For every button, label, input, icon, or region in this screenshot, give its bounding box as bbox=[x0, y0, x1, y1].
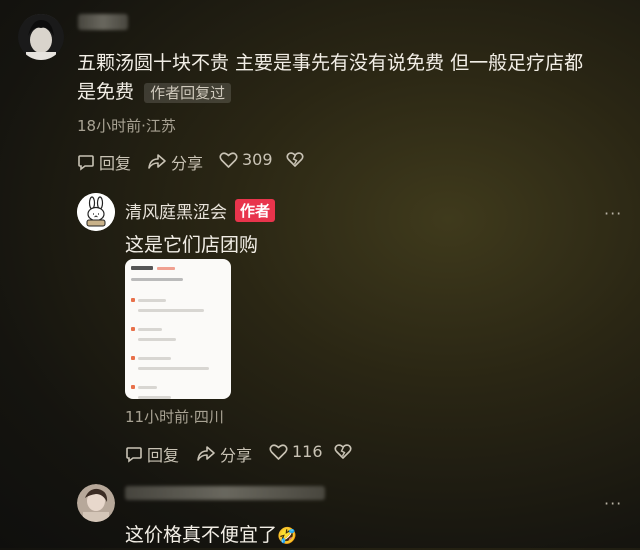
like-button[interactable]: 309 bbox=[219, 150, 273, 169]
reply-label: 回复 bbox=[99, 154, 132, 173]
reply-text: 这是它们店团购 bbox=[125, 234, 259, 256]
dislike-icon bbox=[334, 443, 352, 460]
reply-icon bbox=[125, 445, 143, 463]
reply-2-text-content: 这价格真不便宜了 bbox=[125, 524, 278, 546]
author-header: 清风庭黑涩会 作者 bbox=[125, 198, 276, 223]
author-badge: 作者 bbox=[235, 199, 276, 222]
share-icon bbox=[196, 445, 216, 463]
reply-label: 回复 bbox=[147, 446, 180, 465]
author-name[interactable]: 清风庭黑涩会 bbox=[125, 198, 227, 223]
menu-screenshot-content bbox=[125, 259, 231, 399]
share-icon bbox=[147, 153, 167, 171]
attached-image[interactable] bbox=[125, 259, 231, 399]
dislike-icon bbox=[286, 151, 304, 168]
more-options-button-2[interactable]: ··· bbox=[604, 494, 622, 513]
comment-text-line1: 五颗汤圆十块不贵 主要是事先有没有说免费 但一般足疗店都 bbox=[77, 52, 584, 74]
like-button-2[interactable]: 116 bbox=[269, 442, 323, 461]
like-count: 309 bbox=[242, 150, 273, 169]
bunny-avatar-icon bbox=[77, 193, 115, 231]
author-replied-badge: 作者回复过 bbox=[144, 83, 232, 103]
comment-meta: 18小时前·江苏 bbox=[77, 117, 176, 135]
comment-text-line2: 是免费 bbox=[77, 81, 135, 103]
reply-icon bbox=[77, 153, 95, 171]
commenter-avatar[interactable] bbox=[18, 14, 64, 60]
heart-icon bbox=[269, 443, 288, 461]
reply-meta: 11小时前·四川 bbox=[125, 408, 224, 426]
avatar-photo-icon bbox=[77, 484, 115, 522]
avatar-photo-icon bbox=[18, 14, 64, 60]
comment-text: 五颗汤圆十块不贵 主要是事先有没有说免费 但一般足疗店都 是免费 作者回复过 bbox=[77, 49, 622, 108]
author-avatar[interactable] bbox=[77, 193, 115, 231]
share-label: 分享 bbox=[220, 446, 253, 465]
share-label: 分享 bbox=[171, 154, 204, 173]
rolling-laugh-emoji: 🤣 bbox=[277, 526, 297, 545]
more-options-button[interactable]: ··· bbox=[604, 204, 622, 223]
share-button-2[interactable]: 分享 bbox=[196, 442, 252, 466]
reply-button[interactable]: 回复 bbox=[77, 150, 131, 174]
share-button[interactable]: 分享 bbox=[147, 150, 203, 174]
dislike-button[interactable] bbox=[286, 151, 304, 168]
heart-icon bbox=[219, 151, 238, 169]
commenter-name-blurred[interactable] bbox=[78, 14, 128, 30]
reply-2-text: 这价格真不便宜了🤣 bbox=[125, 521, 297, 550]
like-count: 116 bbox=[292, 442, 323, 461]
replier-name-blurred[interactable] bbox=[125, 486, 325, 500]
replier-avatar[interactable] bbox=[77, 484, 115, 522]
dislike-button-2[interactable] bbox=[334, 443, 352, 460]
reply-button-2[interactable]: 回复 bbox=[125, 442, 179, 466]
